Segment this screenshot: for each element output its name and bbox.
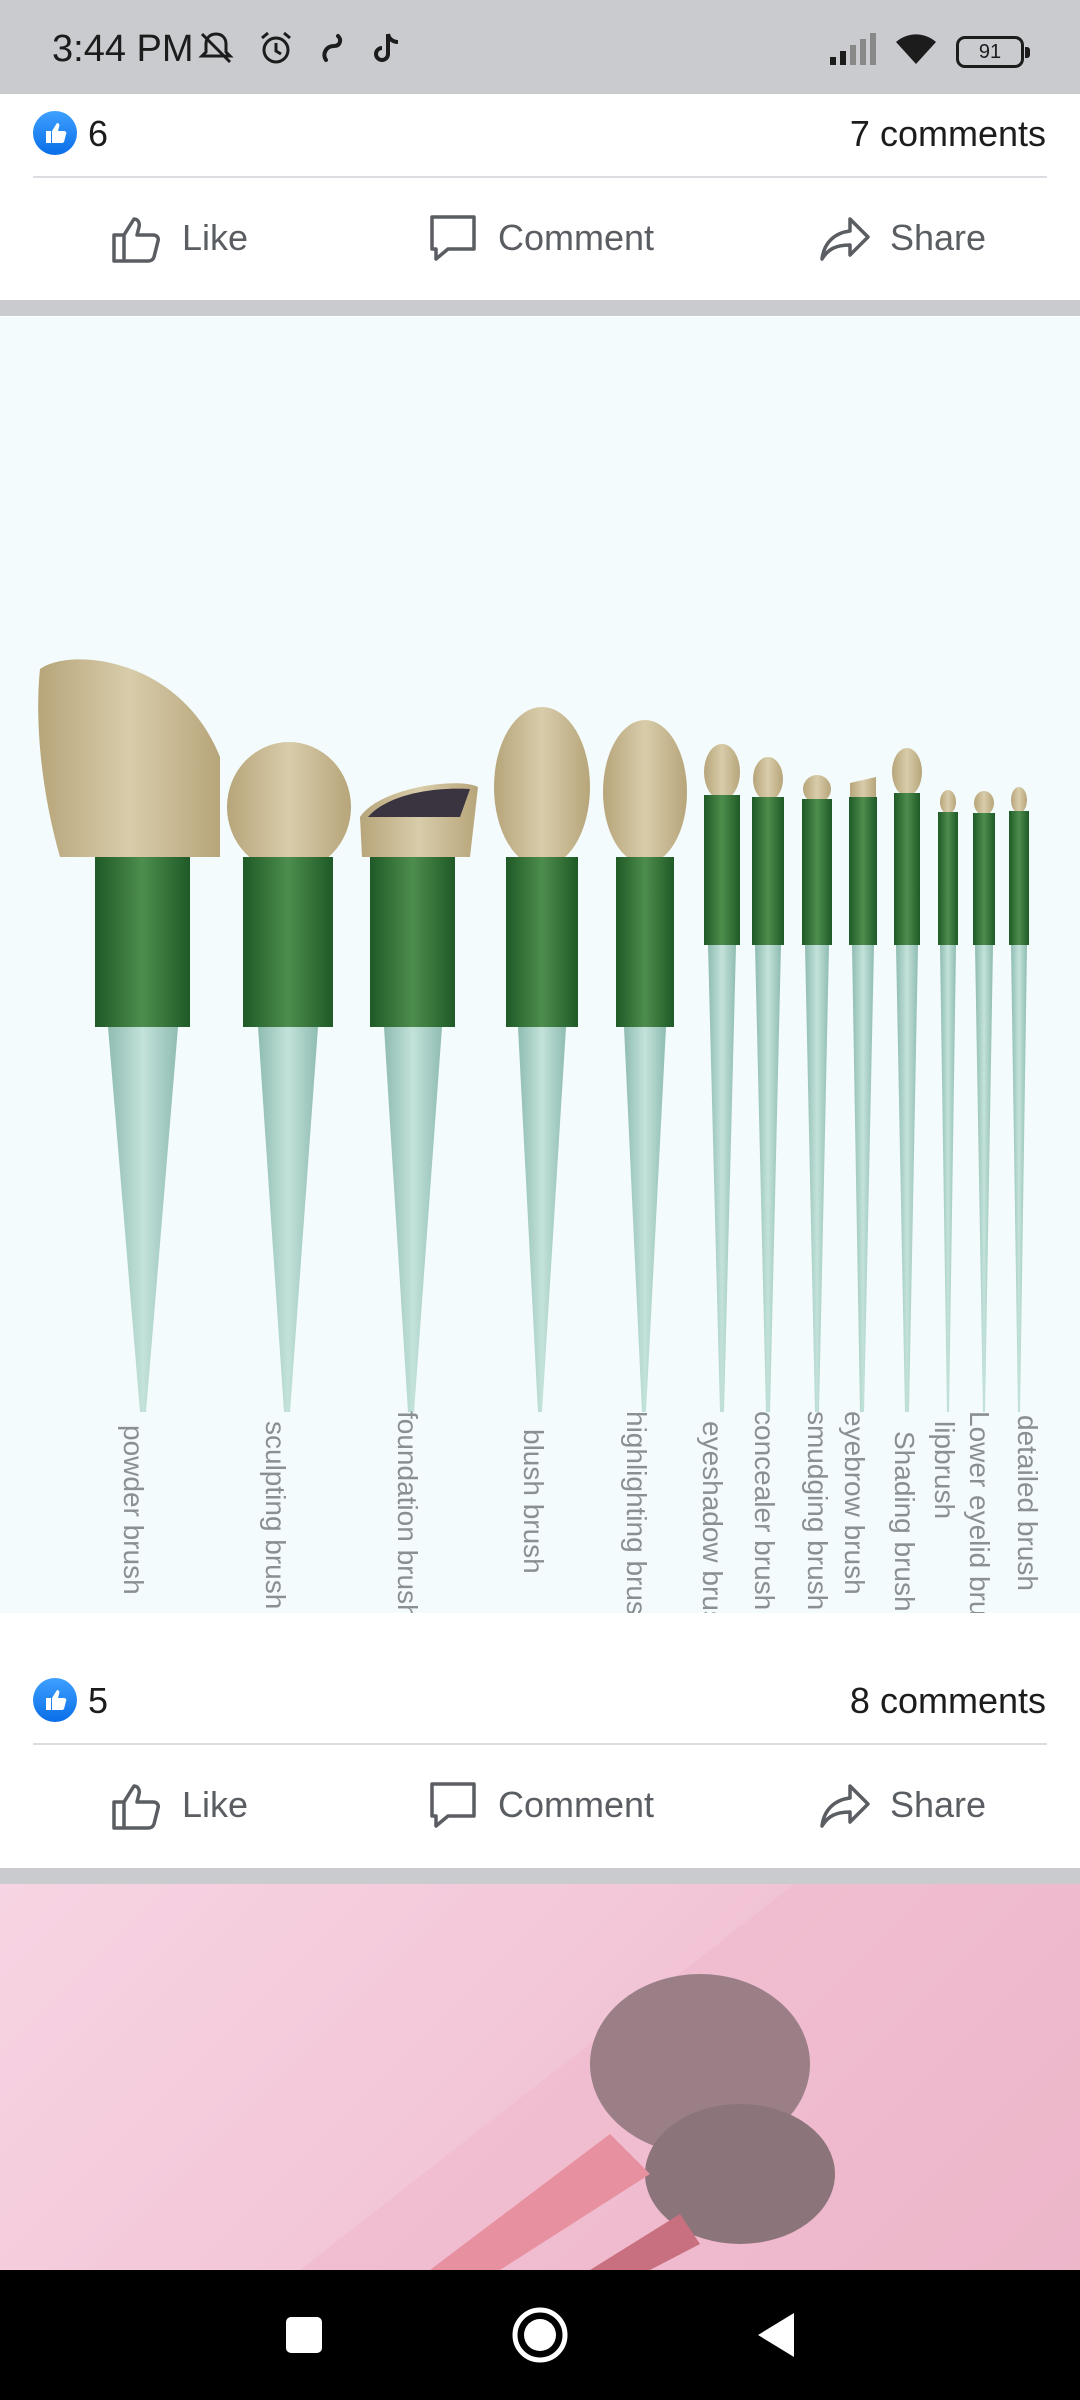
post-image-pink-brushes[interactable] — [0, 1884, 1080, 2270]
thumbs-up-icon — [112, 217, 160, 263]
wifi-icon — [894, 32, 938, 71]
home-circle-icon — [512, 2307, 568, 2363]
app-notification-icon — [316, 28, 350, 73]
post-reactions[interactable]: 5 8 comments — [0, 1661, 1080, 1741]
like-reaction-icon — [33, 1678, 77, 1722]
brush-label: Shading brush — [889, 1431, 920, 1612]
brush-label: sculpting brush — [260, 1421, 291, 1609]
post-actions: Like Comment Share — [0, 1745, 1080, 1865]
thumbs-up-icon — [112, 1784, 160, 1830]
brush-label: eyebrow brush — [839, 1411, 870, 1595]
like-count[interactable]: 5 — [88, 1680, 108, 1722]
share-arrow-icon — [820, 1784, 870, 1828]
like-label: Like — [182, 217, 249, 258]
status-bar: 3:44 PM 91 — [0, 0, 1080, 94]
brush-label: smudging brush — [802, 1411, 833, 1610]
home-button[interactable] — [500, 2295, 580, 2375]
brush-label: blush brush — [518, 1429, 549, 1574]
status-time: 3:44 PM — [52, 28, 194, 70]
brush-label: powder brush — [118, 1425, 149, 1595]
brush-label: concealer brush — [749, 1411, 780, 1610]
comment-label: Comment — [498, 217, 655, 258]
comment-bubble-icon — [430, 215, 476, 261]
back-triangle-icon — [758, 2313, 794, 2357]
post-separator — [0, 1868, 1080, 1884]
share-label: Share — [890, 217, 987, 258]
battery-indicator: 91 — [956, 35, 1030, 68]
brush-label: foundation brush — [392, 1411, 423, 1613]
like-button[interactable]: Like — [108, 1745, 248, 1865]
comment-button[interactable]: Comment — [424, 178, 654, 298]
comment-bubble-icon — [430, 1782, 476, 1828]
brush-label: Lower eyelid brush — [964, 1411, 995, 1613]
signal-icon — [828, 33, 876, 70]
alarm-icon — [256, 28, 296, 73]
like-label: Like — [182, 1784, 249, 1825]
share-label: Share — [890, 1784, 987, 1825]
brush-set-illustration: powder brush sculpting brush foundation … — [38, 659, 1043, 1646]
tiktok-icon — [370, 28, 404, 73]
post-image-brush-set[interactable]: powder brush sculpting brush foundation … — [0, 317, 1080, 1646]
brush-label: lipbrush — [929, 1421, 960, 1519]
like-reaction-icon — [33, 111, 77, 155]
recents-button[interactable] — [264, 2295, 344, 2375]
post-reactions[interactable]: 6 7 comments — [0, 94, 1080, 174]
share-arrow-icon — [820, 217, 870, 261]
comment-button[interactable]: Comment — [424, 1745, 654, 1865]
square-icon — [286, 2317, 322, 2353]
post-separator — [0, 300, 1080, 316]
system-navigation-bar — [0, 2270, 1080, 2400]
brush-label: detailed brush — [1012, 1415, 1043, 1591]
like-button[interactable]: Like — [108, 178, 248, 298]
brush-label: eyeshadow brush — [697, 1421, 728, 1613]
share-button[interactable]: Share — [816, 1745, 986, 1865]
comment-count[interactable]: 7 comments — [850, 113, 1046, 155]
brush-label: highlighting brush — [621, 1411, 652, 1613]
comment-label: Comment — [498, 1784, 655, 1825]
comment-count[interactable]: 8 comments — [850, 1680, 1046, 1722]
post-actions: Like Comment Share — [0, 178, 1080, 298]
pink-brush-illustration — [300, 1884, 1080, 2270]
back-button[interactable] — [736, 2295, 816, 2375]
mute-notifications-icon — [196, 28, 236, 73]
like-count[interactable]: 6 — [88, 113, 108, 155]
share-button[interactable]: Share — [816, 178, 986, 298]
